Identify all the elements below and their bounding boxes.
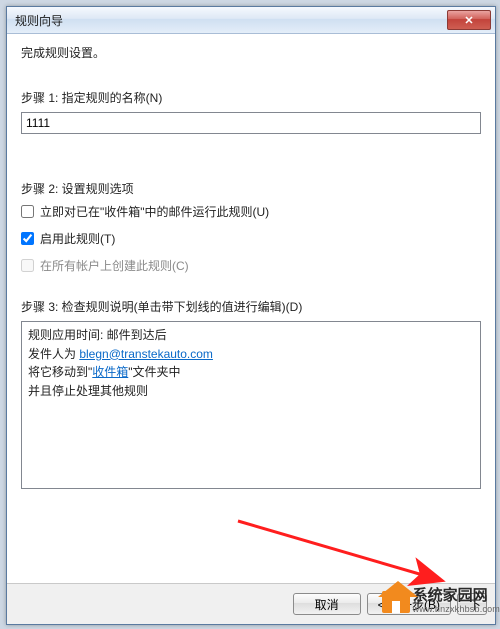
desc-line-move: 将它移动到"收件箱"文件夹中 [28,363,474,382]
window-title: 规则向导 [15,12,63,29]
from-address-link[interactable]: blegn@transtekauto.com [79,347,213,361]
desc-line-from: 发件人为 blegn@transtekauto.com [28,345,474,364]
target-folder-link[interactable]: 收件箱 [92,365,128,379]
step3-label: 步骤 3: 检查规则说明(单击带下划线的值进行编辑)(D) [21,298,481,315]
step1-label: 步骤 1: 指定规则的名称(N) [21,89,481,106]
option-run-now[interactable]: 立即对已在"收件箱"中的邮件运行此规则(U) [21,203,481,220]
next-button[interactable]: 下 [457,593,487,615]
close-icon: ✕ [464,14,473,27]
page-subtitle: 完成规则设置。 [21,44,481,61]
back-button[interactable]: < 上一步(B) [367,593,451,615]
option-enable-rule[interactable]: 启用此规则(T) [21,230,481,247]
desc-line-stop: 并且停止处理其他规则 [28,382,474,401]
step2-label: 步骤 2: 设置规则选项 [21,180,481,197]
content-area: 完成规则设置。 步骤 1: 指定规则的名称(N) 步骤 2: 设置规则选项 立即… [7,34,495,583]
enable-rule-checkbox[interactable] [21,232,34,245]
desc-line-apply-time: 规则应用时间: 邮件到达后 [28,326,474,345]
rules-wizard-window: 规则向导 ✕ 完成规则设置。 步骤 1: 指定规则的名称(N) 步骤 2: 设置… [6,6,496,625]
rule-description-box: 规则应用时间: 邮件到达后 发件人为 blegn@transtekauto.co… [21,321,481,489]
all-accounts-checkbox [21,259,34,272]
enable-rule-label: 启用此规则(T) [40,230,115,247]
cancel-button[interactable]: 取消 [293,593,361,615]
rule-name-input[interactable] [21,112,481,134]
close-button[interactable]: ✕ [447,10,491,30]
run-now-checkbox[interactable] [21,205,34,218]
button-bar: 取消 < 上一步(B) 下 [7,583,495,624]
titlebar: 规则向导 ✕ [7,7,495,34]
option-all-accounts: 在所有帐户上创建此规则(C) [21,257,481,274]
all-accounts-label: 在所有帐户上创建此规则(C) [40,257,189,274]
run-now-label: 立即对已在"收件箱"中的邮件运行此规则(U) [40,203,269,220]
